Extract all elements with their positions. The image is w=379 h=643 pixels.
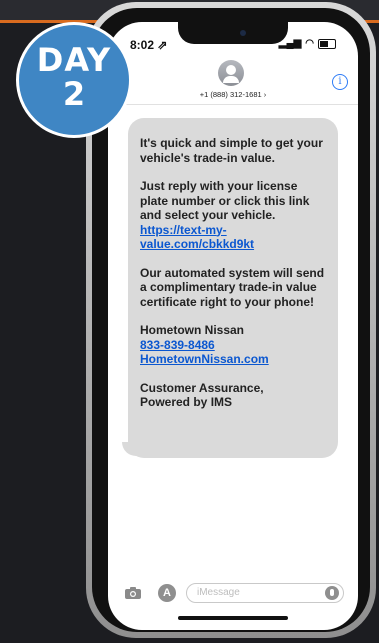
contact-avatar[interactable] (218, 60, 244, 86)
wifi-icon: ◠ (305, 38, 314, 49)
compose-bar: A iMessage (108, 582, 358, 604)
notch (178, 22, 288, 44)
status-time: 8:02 ⇗ (130, 38, 168, 52)
battery-icon (318, 38, 336, 49)
microphone-icon[interactable] (325, 586, 339, 600)
day-number: 2 (62, 75, 86, 113)
phone-bezel: 8:02 ⇗ ▂▄▆ ◠ +1 (888) 312-1681 › i It's … (92, 8, 370, 632)
day-label: DAY (36, 41, 112, 79)
message-line: Just reply with your license (140, 179, 298, 193)
avatar-head (226, 65, 236, 75)
message-paragraph-signoff: Customer Assurance, Powered by IMS (140, 381, 326, 410)
info-icon[interactable]: i (332, 74, 348, 90)
trade-in-link[interactable]: https://text-my-value.com/cbkkd9kt (140, 223, 326, 252)
message-paragraph-intro: It's quick and simple to get your vehicl… (140, 136, 326, 165)
message-line: It's quick and simple to get your (140, 136, 323, 150)
front-camera (240, 30, 246, 36)
message-paragraph-certificate: Our automated system will send a complim… (140, 266, 326, 310)
dealer-name: Hometown Nissan (140, 323, 245, 337)
dealer-website-link[interactable]: HometownNissan.com (140, 352, 326, 367)
message-paragraph-reply: Just reply with your license plate numbe… (140, 179, 326, 252)
message-line: plate number or click this link (140, 193, 310, 208)
message-line: Our automated system will send (140, 265, 325, 280)
message-bubble: It's quick and simple to get your vehicl… (122, 118, 338, 458)
message-line: and select your vehicle. (140, 208, 276, 222)
day-badge: DAY 2 (16, 22, 132, 138)
status-icons: ▂▄▆ ◠ (279, 38, 336, 49)
avatar-body (223, 76, 239, 83)
phone-frame: 8:02 ⇗ ▂▄▆ ◠ +1 (888) 312-1681 › i It's … (86, 2, 376, 638)
imessage-placeholder: iMessage (197, 587, 240, 598)
message-line: a complimentary trade-in value (140, 280, 317, 294)
contact-number[interactable]: +1 (888) 312-1681 › (108, 90, 358, 99)
dealer-phone-link[interactable]: 833-839-8486 (140, 338, 326, 353)
message-line: certificate right to your phone! (140, 294, 315, 309)
home-indicator[interactable] (178, 616, 288, 620)
app-store-icon[interactable]: A (158, 584, 176, 602)
imessage-input[interactable]: iMessage (186, 583, 344, 603)
message-paragraph-dealer: Hometown Nissan 833-839-8486 HometownNis… (140, 323, 326, 367)
camera-icon[interactable] (124, 586, 142, 600)
header-divider (108, 104, 358, 105)
message-line: Customer Assurance, (140, 380, 264, 395)
phone-screen: 8:02 ⇗ ▂▄▆ ◠ +1 (888) 312-1681 › i It's … (108, 22, 358, 630)
message-line: vehicle's trade-in value. (140, 150, 275, 165)
signal-icon: ▂▄▆ (278, 38, 302, 49)
message-line: Powered by IMS (140, 395, 233, 409)
